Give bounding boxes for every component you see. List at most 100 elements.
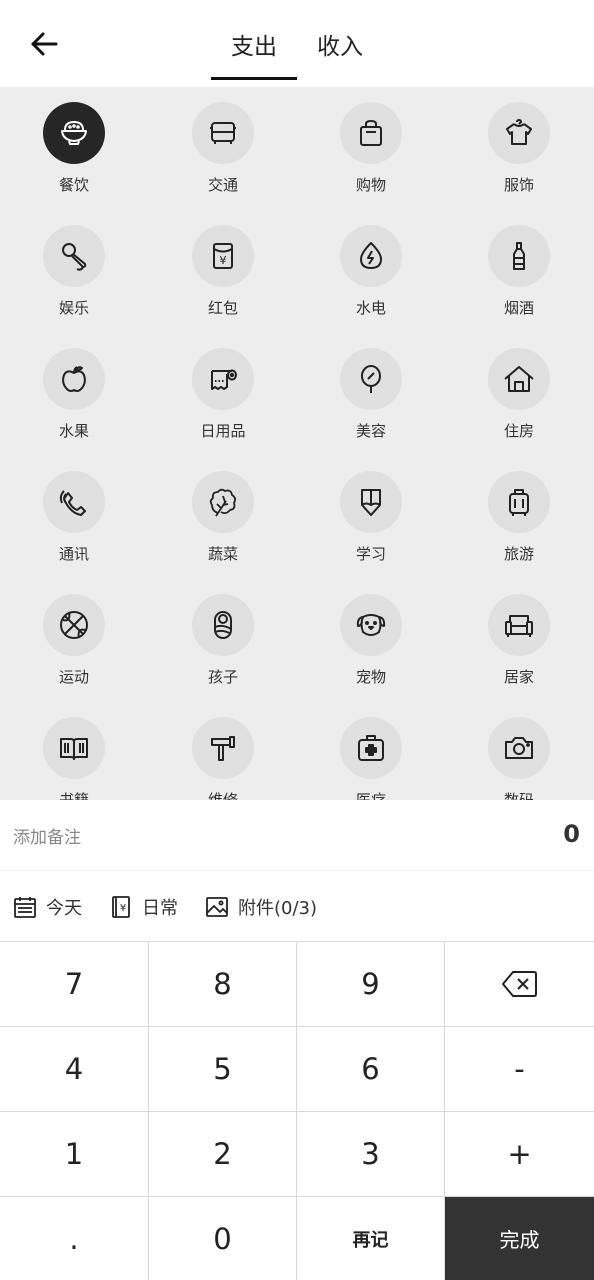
category-circle (192, 102, 254, 164)
category-label: 通讯 (58, 545, 89, 563)
date-button[interactable]: 今天 (13, 894, 82, 920)
type-tabs: 支出 收入 (211, 0, 383, 87)
category-label: 学习 (355, 545, 386, 563)
book-icon (60, 738, 88, 760)
category-digital[interactable]: 数码 (469, 717, 569, 800)
svg-text:¥: ¥ (220, 254, 227, 267)
arrow-left-icon (31, 32, 58, 56)
category-medical[interactable]: 医疗 (321, 717, 421, 800)
category-circle (192, 717, 254, 779)
red-envelope-icon: ¥ (213, 243, 233, 269)
leaf-mirror-icon (361, 365, 381, 393)
minus-button[interactable]: - (445, 1027, 594, 1112)
category-label: 餐饮 (58, 176, 89, 194)
key-3[interactable]: 3 (297, 1112, 445, 1197)
attachment-label: 附件(0/3) (238, 897, 318, 919)
category-tobacco-alcohol[interactable]: 烟酒 (469, 225, 569, 335)
category-circle (488, 102, 550, 164)
category-children[interactable]: 孩子 (173, 594, 273, 704)
tab-expense[interactable]: 支出 (211, 0, 297, 87)
backspace-icon (501, 971, 537, 997)
basketball-icon (60, 611, 88, 639)
decimal-point-button[interactable]: . (0, 1197, 149, 1280)
category-circle (43, 102, 105, 164)
category-circle (340, 717, 402, 779)
category-vegetables[interactable]: 蔬菜 (173, 471, 273, 581)
svg-text:¥: ¥ (120, 903, 126, 914)
note-input[interactable]: 添加备注 (13, 823, 81, 848)
pencil-icon (361, 489, 381, 516)
note-row: 添加备注 0 (0, 800, 594, 871)
back-button[interactable] (24, 26, 64, 62)
dog-icon (356, 614, 386, 636)
category-label: 日用品 (200, 422, 246, 440)
category-clothing[interactable]: 服饰 (469, 102, 569, 212)
category-shopping[interactable]: 购物 (321, 102, 421, 212)
category-housing[interactable]: 住房 (469, 348, 569, 458)
water-electric-icon (360, 242, 382, 269)
category-label: 宠物 (355, 668, 386, 686)
bottle-icon (513, 242, 525, 270)
key-8[interactable]: 8 (149, 942, 297, 1027)
category-label: 维修 (207, 791, 238, 800)
category-circle (192, 348, 254, 410)
category-label: 旅游 (503, 545, 534, 563)
category-circle (488, 348, 550, 410)
rice-bowl-icon (61, 121, 87, 145)
key-7[interactable]: 7 (0, 942, 149, 1027)
category-dining[interactable]: 餐饮 (24, 102, 124, 212)
category-home[interactable]: 居家 (469, 594, 569, 704)
category-transport[interactable]: 交通 (173, 102, 273, 212)
category-circle (340, 225, 402, 287)
category-label: 水果 (58, 422, 89, 440)
category-red-envelope[interactable]: ¥ 红包 (173, 225, 273, 335)
category-sports[interactable]: 运动 (24, 594, 124, 704)
category-communication[interactable]: 通讯 (24, 471, 124, 581)
category-label: 红包 (207, 299, 238, 317)
category-circle (488, 717, 550, 779)
category-study[interactable]: 学习 (321, 471, 421, 581)
bus-icon (210, 122, 236, 144)
key-9[interactable]: 9 (297, 942, 445, 1027)
shopping-bag-icon (360, 120, 382, 146)
ledger-icon: ¥ (112, 895, 130, 918)
key-4[interactable]: 4 (0, 1027, 149, 1112)
category-circle (192, 471, 254, 533)
key-6[interactable]: 6 (297, 1027, 445, 1112)
account-book-label: 日常 (142, 897, 178, 919)
calendar-icon (14, 896, 36, 918)
category-label: 水电 (355, 299, 386, 317)
key-2[interactable]: 2 (149, 1112, 297, 1197)
key-1[interactable]: 1 (0, 1112, 149, 1197)
key-0[interactable]: 0 (149, 1197, 297, 1280)
category-circle (192, 594, 254, 656)
category-circle (340, 594, 402, 656)
category-label: 孩子 (207, 668, 238, 686)
category-daily-goods[interactable]: 日用品 (173, 348, 273, 458)
category-pets[interactable]: 宠物 (321, 594, 421, 704)
category-books[interactable]: 书籍 (24, 717, 124, 800)
category-label: 服饰 (503, 176, 534, 194)
category-circle (43, 348, 105, 410)
category-grid: 餐饮 交通 购物 服饰 娱乐 ¥ 红包 水电 烟酒 水果 日用品 美容 住房 通… (0, 87, 594, 800)
done-button[interactable]: 完成 (445, 1197, 594, 1280)
baby-icon (214, 611, 232, 639)
category-label: 医疗 (355, 791, 386, 800)
sofa-icon (505, 615, 533, 637)
key-5[interactable]: 5 (149, 1027, 297, 1112)
account-book-button[interactable]: ¥ 日常 (109, 894, 178, 920)
category-utilities[interactable]: 水电 (321, 225, 421, 335)
record-again-button[interactable]: 再记 (297, 1197, 445, 1280)
plus-button[interactable]: + (445, 1112, 594, 1197)
attachment-button[interactable]: 附件(0/3) (205, 894, 317, 920)
category-repair[interactable]: 维修 (173, 717, 273, 800)
category-fruit[interactable]: 水果 (24, 348, 124, 458)
backspace-button[interactable] (445, 942, 594, 1027)
category-circle (340, 102, 402, 164)
tab-income[interactable]: 收入 (297, 0, 383, 87)
hammer-icon (211, 736, 235, 761)
category-travel[interactable]: 旅游 (469, 471, 569, 581)
category-label: 住房 (503, 422, 534, 440)
category-beauty[interactable]: 美容 (321, 348, 421, 458)
category-entertainment[interactable]: 娱乐 (24, 225, 124, 335)
